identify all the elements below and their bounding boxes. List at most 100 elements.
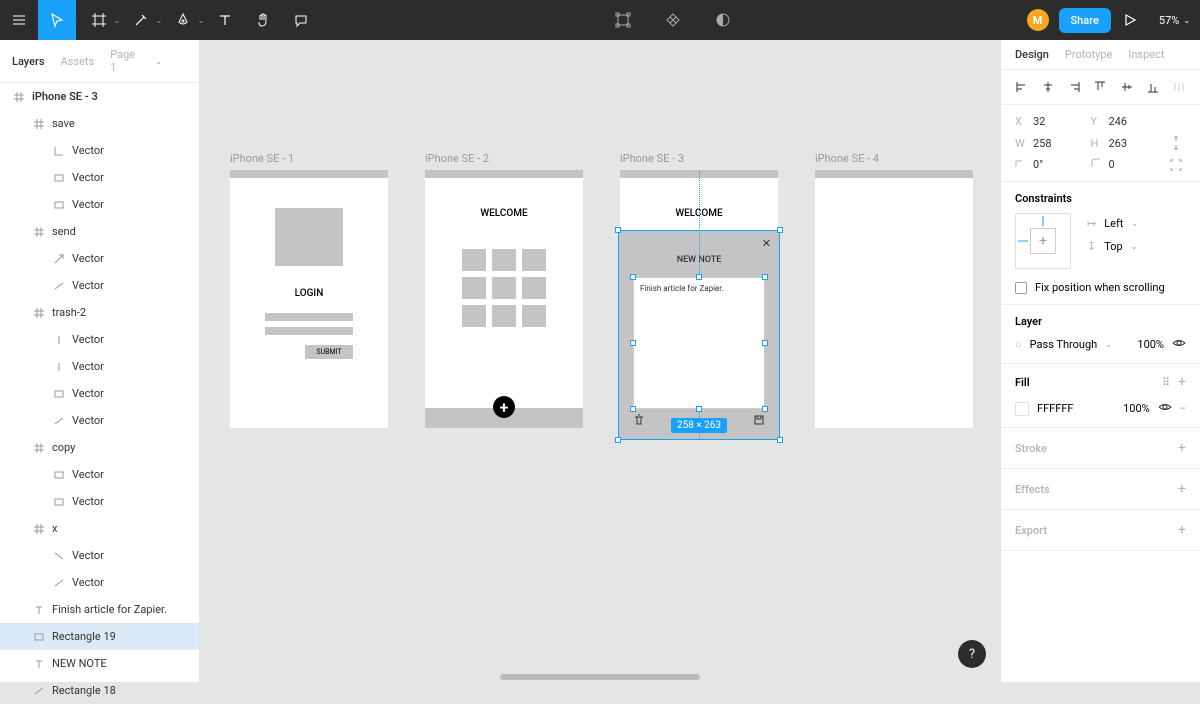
add-stroke-button[interactable]: +: [1178, 440, 1186, 456]
layer-label: Vector: [72, 387, 104, 400]
menu-button[interactable]: [0, 0, 38, 40]
align-bottom-icon[interactable]: [1146, 80, 1160, 94]
align-left-icon[interactable]: [1015, 80, 1029, 94]
layer-row[interactable]: Vector: [0, 326, 199, 353]
frame-tool[interactable]: [80, 0, 118, 40]
prop-corner[interactable]: 0: [1091, 158, 1167, 171]
layer-row[interactable]: save: [0, 110, 199, 137]
frame-icon: [32, 308, 46, 318]
layer-row[interactable]: Vector: [0, 191, 199, 218]
rect-icon: [32, 632, 46, 642]
layer-row[interactable]: Finish article for Zapier.: [0, 596, 199, 623]
export-title: Export: [1015, 524, 1047, 537]
layer-label: Vector: [72, 468, 104, 481]
fill-swatch[interactable]: [1015, 402, 1029, 416]
layer-row[interactable]: NEW NOTE: [0, 650, 199, 677]
frame-label[interactable]: iPhone SE - 3: [620, 152, 684, 165]
frame-4[interactable]: iPhone SE - 4: [815, 170, 973, 428]
right-panel: Design Prototype Inspect X32 Y246 W258 H…: [1000, 40, 1200, 682]
fill-hex[interactable]: FFFFFF: [1037, 402, 1073, 415]
rect-icon: [52, 173, 66, 183]
remove-fill-button[interactable]: −: [1180, 402, 1186, 415]
fill-opacity[interactable]: 100%: [1123, 402, 1150, 415]
layer-row[interactable]: iPhone SE - 3: [0, 83, 199, 110]
add-fill-button[interactable]: +: [1178, 374, 1186, 390]
tab-design[interactable]: Design: [1015, 48, 1049, 61]
add-effect-button[interactable]: +: [1178, 481, 1186, 497]
text-icon: [32, 605, 46, 615]
comment-tool[interactable]: [282, 0, 320, 40]
component-icon[interactable]: [654, 0, 692, 40]
mask-icon[interactable]: [704, 0, 742, 40]
constraint-h-select[interactable]: ↦Left⌄: [1087, 217, 1138, 230]
zoom-level[interactable]: 57%⌄: [1159, 14, 1190, 27]
tab-layers[interactable]: Layers: [12, 55, 45, 68]
layer-row[interactable]: Vector: [0, 569, 199, 596]
move-tool[interactable]: [38, 0, 76, 40]
prop-x[interactable]: X32: [1015, 115, 1091, 128]
prop-w[interactable]: W258: [1015, 136, 1091, 150]
layer-row[interactable]: Rectangle 18: [0, 677, 199, 704]
layer-row[interactable]: copy: [0, 434, 199, 461]
layer-opacity[interactable]: 100%: [1137, 338, 1164, 351]
blend-mode-select[interactable]: ○Pass Through⌄: [1015, 338, 1112, 351]
fill-style-icon[interactable]: ⠿: [1162, 376, 1170, 389]
tab-prototype[interactable]: Prototype: [1065, 48, 1112, 61]
layer-label: Rectangle 18: [52, 684, 116, 697]
layer-row[interactable]: Vector: [0, 164, 199, 191]
avatar[interactable]: M: [1027, 9, 1049, 31]
canvas[interactable]: iPhone SE - 1 LOGIN SUBMIT iPhone SE - 2…: [200, 40, 1000, 682]
independent-corners-icon[interactable]: [1166, 158, 1186, 171]
layer-row[interactable]: Vector: [0, 137, 199, 164]
frame-label[interactable]: iPhone SE - 2: [425, 152, 489, 165]
vector-l-icon: [52, 146, 66, 156]
text-tool[interactable]: [206, 0, 244, 40]
present-button[interactable]: [1111, 0, 1149, 40]
layer-row[interactable]: Vector: [0, 461, 199, 488]
layer-row[interactable]: Vector: [0, 542, 199, 569]
align-top-icon[interactable]: [1093, 80, 1107, 94]
frame-label[interactable]: iPhone SE - 1: [230, 152, 294, 165]
align-right-icon[interactable]: [1067, 80, 1081, 94]
align-vcenter-icon[interactable]: [1120, 80, 1134, 94]
constraint-v-select[interactable]: ↧Top⌄: [1087, 240, 1138, 253]
pen-line-tool[interactable]: [122, 0, 160, 40]
layer-row[interactable]: Vector: [0, 407, 199, 434]
layer-row[interactable]: send: [0, 218, 199, 245]
layer-row[interactable]: x: [0, 515, 199, 542]
fill-visibility-icon[interactable]: [1158, 400, 1172, 417]
align-hcenter-icon[interactable]: [1041, 80, 1055, 94]
prop-rotation[interactable]: 0°: [1015, 158, 1091, 171]
add-export-button[interactable]: +: [1178, 522, 1186, 538]
line-icon: [32, 686, 46, 696]
tab-inspect[interactable]: Inspect: [1128, 48, 1164, 61]
hand-tool[interactable]: [244, 0, 282, 40]
prop-h[interactable]: H263: [1091, 136, 1167, 150]
visibility-icon[interactable]: [1172, 336, 1186, 353]
tab-assets[interactable]: Assets: [61, 55, 95, 68]
layer-row[interactable]: Vector: [0, 488, 199, 515]
layer-label: send: [52, 225, 76, 238]
constraints-widget[interactable]: +: [1015, 213, 1071, 269]
layer-row[interactable]: Rectangle 19: [0, 623, 199, 650]
help-button[interactable]: ?: [958, 640, 986, 668]
layer-row[interactable]: Vector: [0, 272, 199, 299]
bounding-box-icon[interactable]: [604, 0, 642, 40]
constraints-title: Constraints: [1015, 192, 1186, 205]
frame-1[interactable]: iPhone SE - 1 LOGIN SUBMIT: [230, 170, 388, 428]
prop-y[interactable]: Y246: [1091, 115, 1167, 128]
fix-scroll-checkbox[interactable]: [1015, 282, 1027, 294]
vector-pen-tool[interactable]: [164, 0, 202, 40]
frame-label[interactable]: iPhone SE - 4: [815, 152, 879, 165]
layer-row[interactable]: Vector: [0, 380, 199, 407]
layer-label: trash-2: [52, 306, 86, 319]
layer-row[interactable]: Vector: [0, 353, 199, 380]
layer-row[interactable]: Vector: [0, 245, 199, 272]
horizontal-scrollbar[interactable]: [500, 674, 700, 680]
lock-aspect-icon[interactable]: [1166, 136, 1186, 150]
iline-icon: [52, 362, 66, 372]
layer-row[interactable]: trash-2: [0, 299, 199, 326]
frame-2[interactable]: iPhone SE - 2WELCOME +: [425, 170, 583, 428]
share-button[interactable]: Share: [1059, 8, 1111, 33]
page-selector[interactable]: Page 1⌄: [110, 48, 178, 74]
